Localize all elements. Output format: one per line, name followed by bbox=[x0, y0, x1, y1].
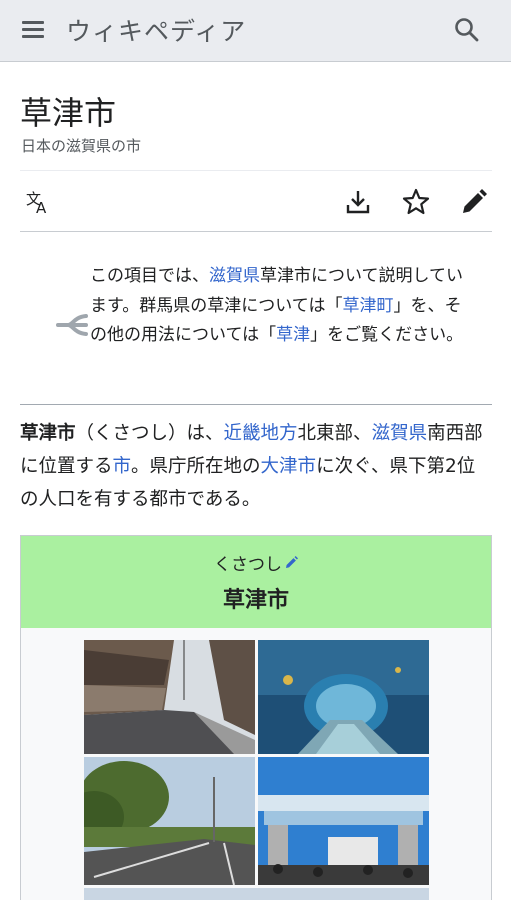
photo-montage[interactable] bbox=[84, 640, 429, 900]
hatnote-text-segment: この項目では、 bbox=[90, 266, 209, 286]
hatnote-text: この項目では、滋賀県草津市について説明しています。群馬県の草津については「草津町… bbox=[90, 262, 470, 351]
road-photo[interactable] bbox=[84, 757, 255, 885]
link-shiga-prefecture[interactable]: 滋賀県 bbox=[372, 423, 428, 444]
lead-text-segment: 北東部、 bbox=[297, 423, 372, 444]
hatnote: この項目では、滋賀県草津市について説明しています。群馬県の草津については「草津町… bbox=[20, 262, 492, 392]
language-icon[interactable]: 文 A bbox=[24, 187, 54, 217]
infobox-kana: くさつし bbox=[214, 555, 282, 575]
star-icon[interactable] bbox=[401, 187, 431, 217]
section-divider bbox=[20, 404, 492, 405]
link-kusatsu-town[interactable]: 草津町 bbox=[342, 296, 393, 316]
download-icon[interactable] bbox=[343, 187, 373, 217]
lead-paragraph: 草津市（くさつし）は、近畿地方北東部、滋賀県南西部に位置する市。県庁所在地の大津… bbox=[20, 417, 492, 516]
link-otsu[interactable]: 大津市 bbox=[261, 456, 317, 477]
lead-text-segment: （くさつし）は、 bbox=[75, 423, 224, 444]
lead-bold-title: 草津市 bbox=[20, 423, 76, 444]
link-kusatsu-disambiguation[interactable]: 草津 bbox=[276, 325, 310, 345]
pencil-icon[interactable] bbox=[459, 187, 489, 217]
wikipedia-logo[interactable]: ウィキペディア bbox=[66, 12, 246, 48]
page-title: 草津市 bbox=[20, 94, 117, 132]
search-icon[interactable] bbox=[453, 16, 481, 44]
disambiguation-icon bbox=[56, 310, 90, 340]
infobox: くさつし 草津市 bbox=[20, 535, 492, 900]
hatnote-text-segment: 」をご覧ください。 bbox=[310, 325, 464, 345]
edit-pencil-icon[interactable] bbox=[285, 554, 298, 568]
top-bar: ウィキペディア bbox=[0, 0, 511, 62]
link-city[interactable]: 市 bbox=[113, 456, 132, 477]
infobox-kana-row: くさつし bbox=[21, 550, 491, 575]
aquarium-tunnel-photo[interactable] bbox=[258, 640, 429, 754]
additional-photo[interactable] bbox=[84, 888, 429, 900]
svg-text:A: A bbox=[36, 199, 47, 217]
page-subtitle: 日本の滋賀県の市 bbox=[21, 137, 142, 155]
infobox-header: くさつし 草津市 bbox=[21, 536, 491, 628]
event-gate-photo[interactable] bbox=[258, 757, 429, 885]
link-shiga[interactable]: 滋賀県 bbox=[209, 266, 260, 286]
lead-text-segment: 。県庁所在地の bbox=[131, 456, 261, 477]
street-photo[interactable] bbox=[84, 640, 255, 754]
hamburger-menu-icon[interactable] bbox=[20, 18, 48, 42]
page-actions-toolbar: 文 A bbox=[20, 170, 492, 232]
link-kinki[interactable]: 近畿地方 bbox=[224, 423, 298, 444]
infobox-title: 草津市 bbox=[222, 588, 289, 613]
